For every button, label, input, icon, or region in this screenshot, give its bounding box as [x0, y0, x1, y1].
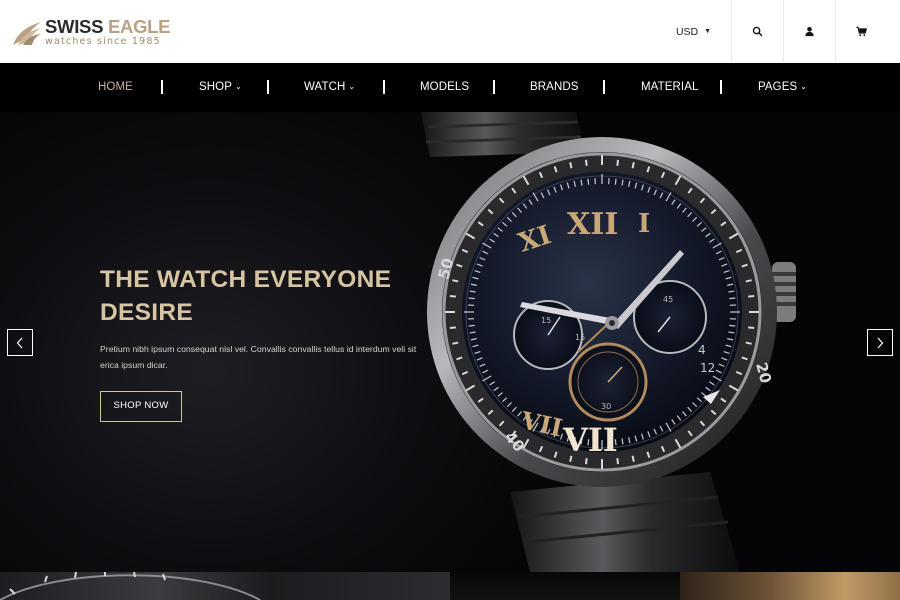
bezel-tick: [585, 458, 588, 465]
watch-image: I XII XI VII VII 50 20 40 15 15 45 30 4 …: [421, 112, 796, 572]
bezel-tick: [616, 159, 619, 166]
nav-item-models[interactable]: MODELS: [420, 63, 469, 112]
nav-item-home[interactable]: HOME: [98, 63, 133, 112]
nav-item-shop[interactable]: SHOP ⌄: [199, 63, 242, 112]
nav-label: HOME: [98, 81, 133, 93]
dial-tick: [587, 178, 590, 185]
nav-label: MATERIAL: [641, 81, 699, 93]
hero-title-line1: THE WATCH EVERYONE: [100, 266, 392, 293]
nav-divider: [383, 80, 385, 94]
bezel-tick: [748, 295, 755, 298]
subdial-number: 15: [541, 316, 551, 325]
promo-banner-image[interactable]: [0, 572, 450, 600]
subdial-number: 30: [601, 402, 611, 411]
dial-numeral: VII: [562, 421, 618, 459]
nav-divider: [720, 80, 722, 94]
caret-down-icon: ▼: [704, 28, 712, 35]
subdial-number: 45: [663, 295, 673, 304]
currency-selector[interactable]: USD ▼: [656, 0, 731, 63]
search-icon: [752, 26, 763, 37]
chevron-down-icon: ⌄: [235, 82, 242, 91]
dial-tick: [614, 178, 617, 185]
subdial-number: 12: [700, 361, 715, 375]
dial-tick: [468, 324, 475, 327]
nav-item-material[interactable]: MATERIAL: [641, 63, 698, 112]
nav-label: MODELS: [420, 81, 470, 93]
promo-banner-image[interactable]: [450, 572, 680, 600]
hero-title: THE WATCH EVERYONE DESIRE: [100, 263, 430, 329]
chevron-left-icon: [16, 337, 23, 348]
brand-name-part2: EAGLE: [107, 16, 171, 37]
bezel-tick: [748, 326, 755, 329]
brand-name-part1: SWISS: [45, 16, 104, 37]
promo-banner-image[interactable]: [680, 572, 900, 600]
bezel-tick: [585, 159, 588, 166]
nav-label: BRANDS: [530, 81, 579, 93]
bezel-tick: [452, 341, 459, 345]
account-button[interactable]: [783, 0, 835, 63]
currency-label: USD: [675, 25, 699, 38]
slider-prev-button[interactable]: [7, 329, 33, 356]
slider-next-button[interactable]: [867, 329, 893, 356]
bezel-tick: [452, 279, 459, 283]
hero-description: Pretium nibh ipsum consequat nisl vel. C…: [100, 344, 417, 370]
cart-button[interactable]: [835, 0, 887, 63]
main-navigation: HOME SHOP ⌄ WATCH ⌄ MODELS BRANDS MATERIAL…: [0, 63, 900, 112]
nav-label: SHOP: [199, 81, 232, 93]
bezel-tick: [449, 326, 456, 329]
nav-divider: [493, 80, 495, 94]
cart-icon: [856, 26, 867, 37]
bezel-tick: [569, 162, 573, 169]
nav-item-watch[interactable]: WATCH ⌄: [304, 63, 355, 112]
dial-tick: [729, 297, 736, 300]
search-button[interactable]: [731, 0, 783, 63]
subdial-number: 15: [575, 333, 585, 342]
bezel-tick: [616, 458, 619, 465]
nav-label: WATCH: [304, 81, 346, 93]
eagle-wing-icon: [13, 22, 41, 45]
subdial-number: 4: [698, 343, 706, 357]
nav-item-pages[interactable]: PAGES ⌄: [758, 63, 807, 112]
nav-item-brands[interactable]: BRANDS: [530, 63, 579, 112]
bezel-tick: [631, 162, 635, 169]
site-header: SWISS EAGLE watches since 1985 USD ▼: [0, 0, 900, 63]
chevron-down-icon: ⌄: [800, 82, 808, 91]
bezel-tick: [631, 455, 635, 462]
chevron-right-icon: [877, 337, 884, 348]
bezel-tick: [449, 295, 456, 298]
brand-logo[interactable]: SWISS EAGLE watches since 1985: [12, 17, 182, 49]
watch-detail-image: [0, 572, 261, 600]
chevron-down-icon: ⌄: [348, 82, 356, 91]
dial-numeral: I: [638, 209, 650, 239]
hero-title-line2: DESIRE: [100, 299, 194, 326]
user-icon: [805, 27, 814, 37]
nav-label: PAGES: [758, 81, 798, 93]
dial-tick: [468, 297, 475, 300]
dial-numeral: XII: [567, 207, 618, 242]
shop-now-button[interactable]: SHOP NOW: [100, 391, 182, 422]
dial-tick: [729, 324, 736, 327]
bezel-tick: [745, 279, 752, 283]
bezel-tick: [745, 341, 752, 345]
nav-divider: [161, 80, 163, 94]
brand-tagline: watches since 1985: [45, 36, 161, 47]
brand-name: SWISS EAGLE: [45, 16, 171, 37]
promo-banners: [0, 572, 900, 600]
nav-divider: [267, 80, 269, 94]
nav-divider: [603, 80, 605, 94]
hero-slider: I XII XI VII VII 50 20 40 15 15 45 30 4 …: [0, 112, 900, 572]
